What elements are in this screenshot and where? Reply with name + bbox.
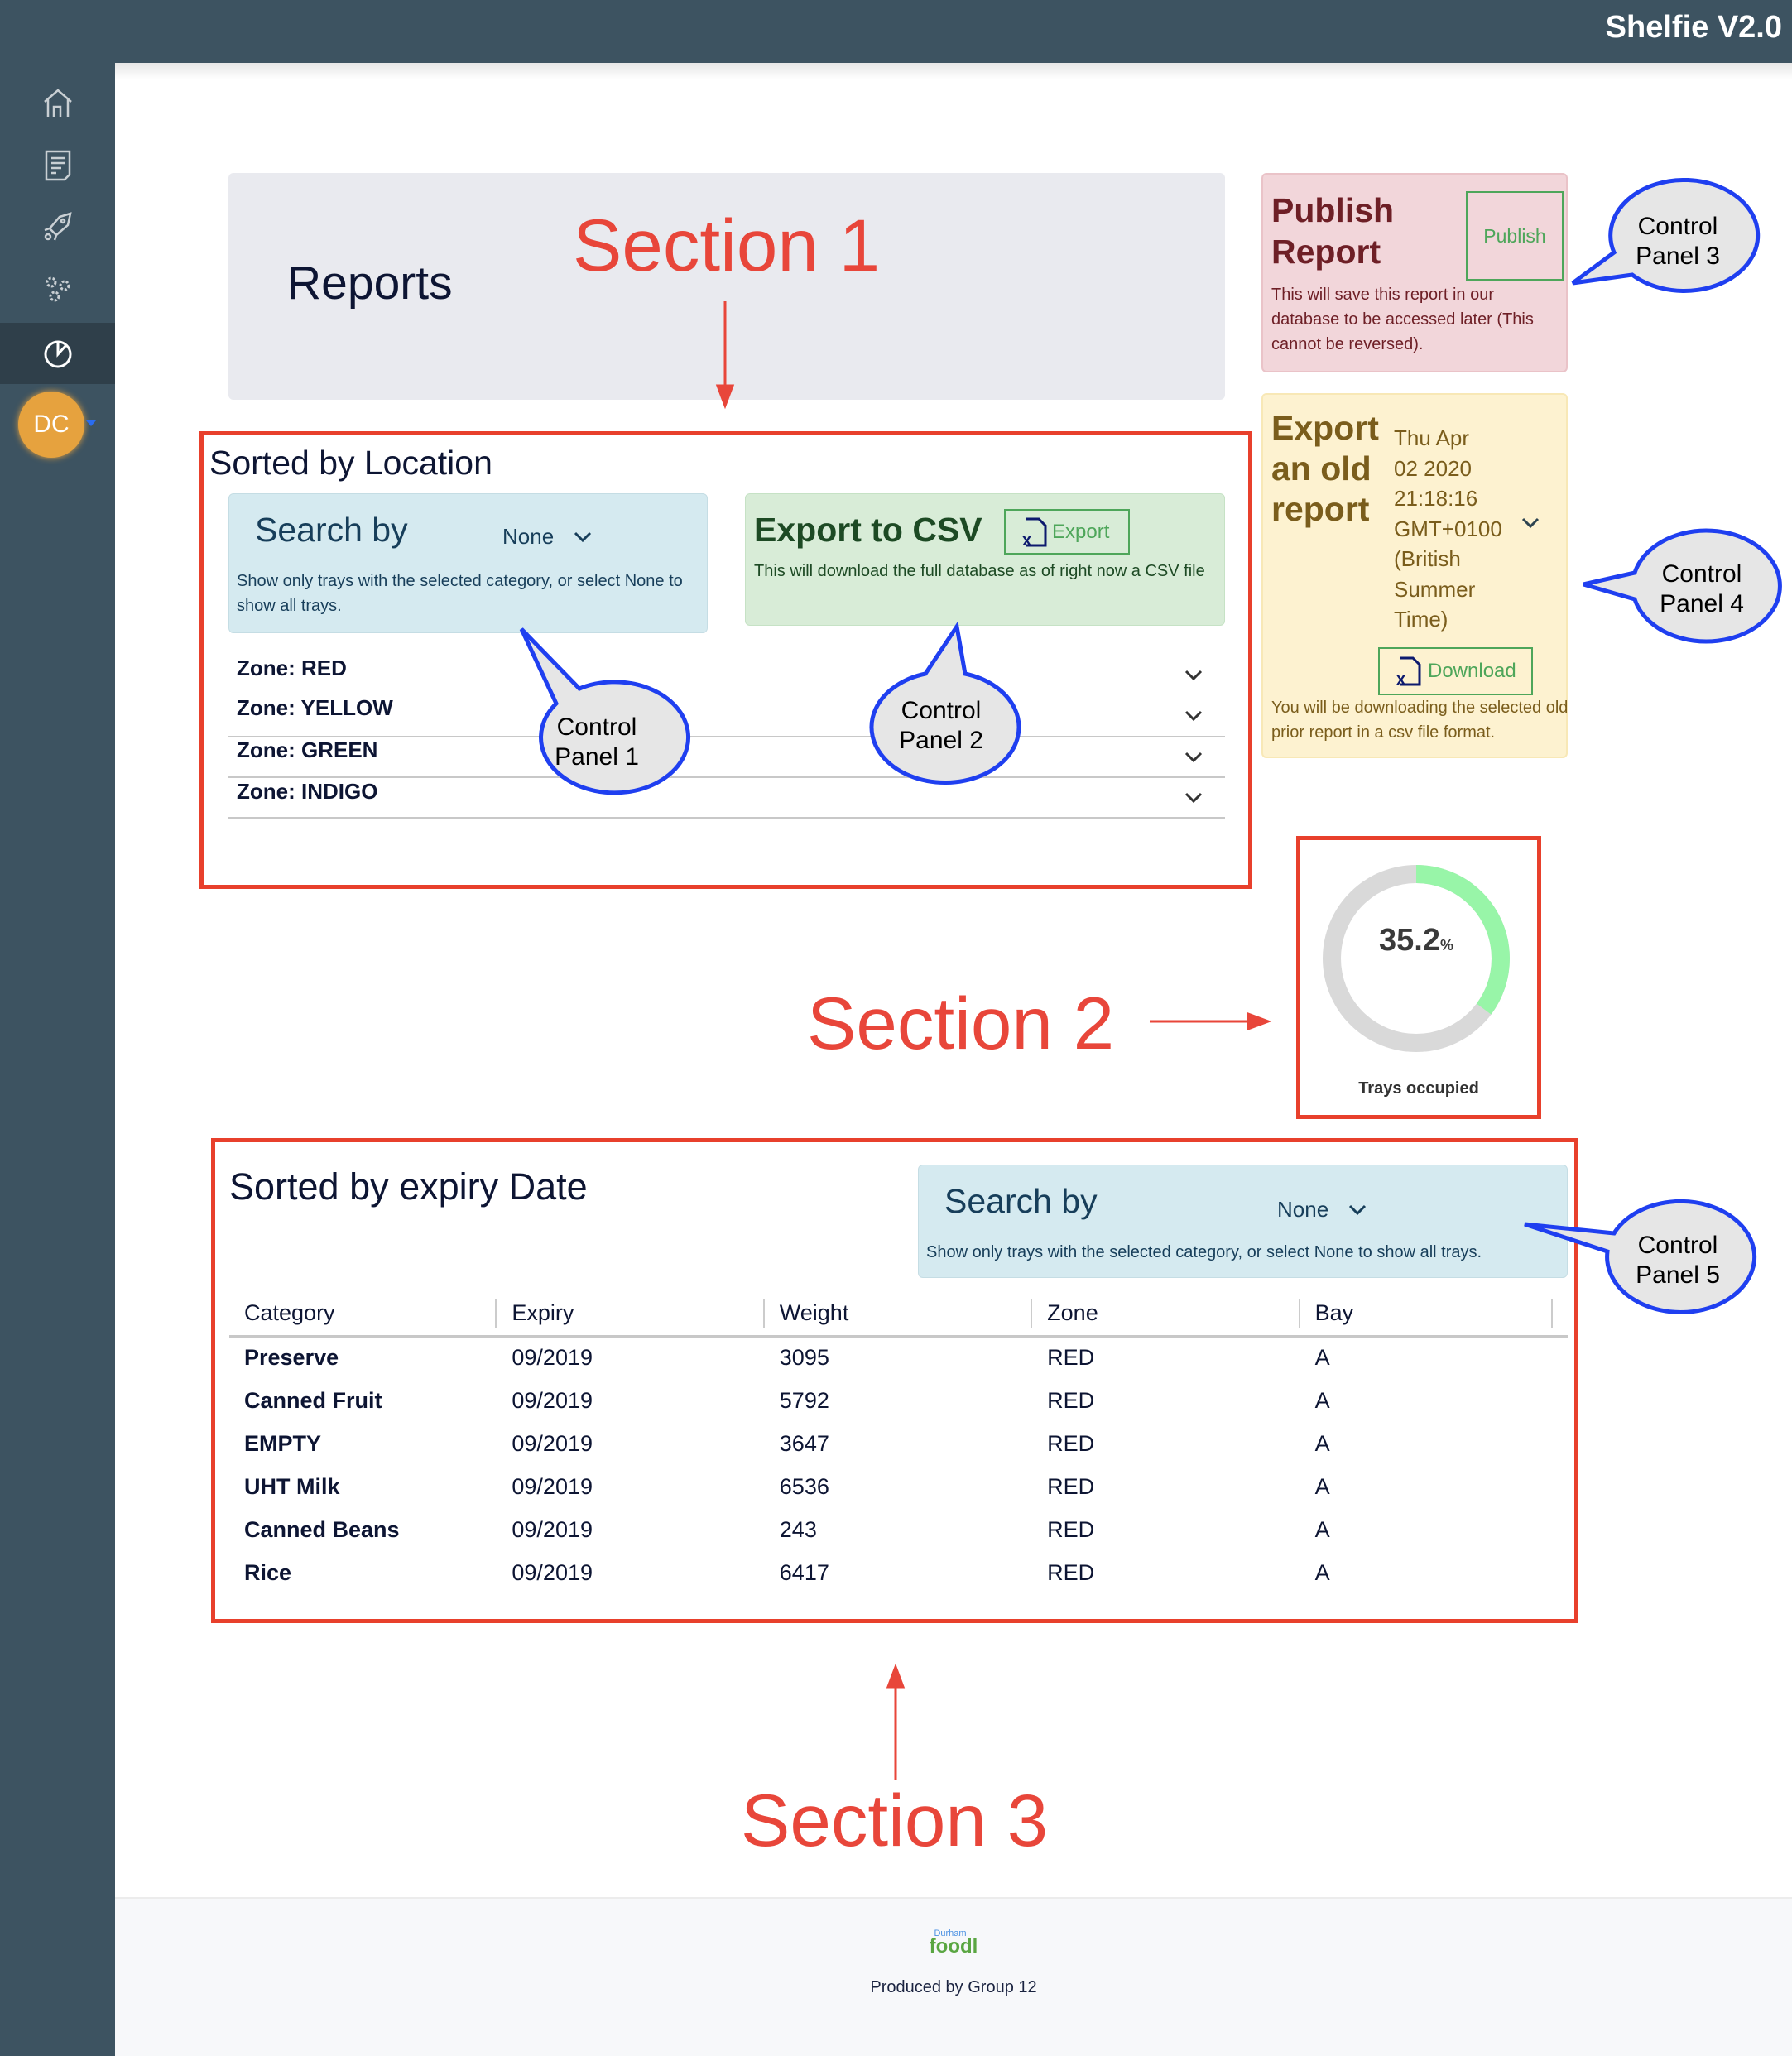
expiry-search-select[interactable]: None [1277,1197,1367,1223]
svg-text:x: x [1396,670,1405,686]
table-cell: 6417 [779,1559,829,1583]
zone-red-expand-icon[interactable] [1184,665,1203,685]
table-row[interactable]: EMPTY 09/2019 3647 RED A [229,1422,1568,1465]
table-row[interactable]: Canned Fruit 09/2019 5792 RED A [229,1379,1568,1422]
table-cell: Canned Beans [244,1516,400,1542]
table-cell: 3647 [779,1430,829,1456]
column-header-zone[interactable]: Zone [1032,1299,1300,1338]
occupancy-label: Trays occupied [1358,1079,1479,1098]
table-cell: RED [1047,1516,1095,1542]
export-old-help: You will be downloading the selected old… [1271,699,1569,742]
download-button[interactable]: x Download [1378,647,1533,695]
table-cell: 3095 [779,1345,829,1371]
occupancy-donut [1323,865,1510,1052]
search-help: Show only trays with the selected catego… [237,572,683,615]
expiry-search-panel: Search by None Show only trays with the … [918,1165,1568,1278]
table-row[interactable]: Preserve 09/2019 3095 RED A [229,1336,1568,1379]
zone-yellow-expand-icon[interactable] [1184,706,1203,726]
export-help: This will download the full database as … [754,562,1205,580]
search-label: Search by [255,511,408,549]
table-cell: 5792 [779,1387,829,1413]
table-cell: 09/2019 [512,1345,593,1371]
table-cell: 6536 [779,1473,829,1499]
export-title: Export to CSV [754,511,982,549]
table-row[interactable]: Rice 09/2019 6417 RED A [229,1551,1568,1583]
table-cell: Rice [244,1559,292,1583]
section2-annotation: Section 2 [807,982,1115,1064]
location-search-panel: Search by None Show only trays with the … [228,493,708,633]
footer: Durham foodl Produced by Group 12 [115,1897,1792,2056]
chevron-down-icon [1349,1204,1367,1215]
table-cell: 09/2019 [512,1473,593,1499]
table-cell: 09/2019 [512,1516,593,1542]
column-header-weight[interactable]: Weight [764,1299,1033,1338]
publish-help: This will save this report in our databa… [1271,286,1534,353]
location-title: Sorted by Location [209,444,492,482]
table-cell: 09/2019 [512,1387,593,1413]
publish-button[interactable]: Publish [1466,191,1564,281]
search-select-value: None [1277,1197,1329,1222]
table-cell: A [1314,1387,1330,1413]
column-header-category[interactable]: Category [229,1299,497,1338]
table-cell: RED [1047,1430,1095,1456]
expiry-title: Sorted by expiry Date [229,1165,588,1208]
export-old-panel: Export an old report Thu Apr 02 2020 21:18:1… [1261,393,1568,758]
publish-panel: Publish Report Publish This will save thi… [1261,173,1568,372]
search-label: Search by [944,1182,1098,1220]
table-cell: A [1314,1559,1330,1583]
table-cell: RED [1047,1345,1095,1371]
zone-red[interactable]: Zone: RED [237,656,347,681]
occupancy-value: 35.2% [1379,923,1453,958]
section3-annotation: Section 3 [741,1779,1049,1861]
excel-file-icon: x [1022,517,1047,547]
svg-text:x: x [1022,531,1031,547]
zone-green[interactable]: Zone: GREEN [237,737,377,763]
table-cell: 09/2019 [512,1559,593,1583]
column-header-expiry[interactable]: Expiry [497,1299,765,1338]
table-cell: EMPTY [244,1430,322,1456]
search-select[interactable]: None [502,524,592,550]
table-cell: A [1314,1430,1330,1456]
search-help: Show only trays with the selected catego… [926,1243,1482,1261]
table-cell: RED [1047,1473,1095,1499]
export-old-title: Export an old report [1271,409,1379,528]
expiry-table-container[interactable]: Category Expiry Weight Zone Bay Preserve… [229,1299,1568,1583]
divider [228,776,1225,778]
divider [228,817,1225,819]
search-select-value: None [502,524,555,549]
table-row[interactable]: Canned Beans 09/2019 243 RED A [229,1508,1568,1551]
divider [228,736,1225,737]
export-csv-panel: Export to CSV x Export This will downloa… [745,493,1225,626]
table-cell: A [1314,1516,1330,1542]
table-cell: A [1314,1345,1330,1371]
zone-yellow[interactable]: Zone: YELLOW [237,695,393,721]
table-cell: UHT Milk [244,1473,340,1499]
chevron-down-icon [574,531,592,542]
table-cell: RED [1047,1387,1095,1413]
table-cell: 09/2019 [512,1430,593,1456]
excel-file-icon: x [1396,656,1421,686]
table-row[interactable]: UHT Milk 09/2019 6536 RED A [229,1465,1568,1508]
table-cell: Preserve [244,1345,339,1371]
expiry-table: Category Expiry Weight Zone Bay Preserve… [229,1299,1568,1583]
zone-indigo[interactable]: Zone: INDIGO [237,779,377,805]
zone-green-expand-icon[interactable] [1184,747,1203,767]
column-header-bay[interactable]: Bay [1300,1299,1568,1338]
publish-title: Publish Report [1271,191,1395,271]
foodbank-logo: Durham foodl [929,1929,978,1958]
zone-indigo-expand-icon[interactable] [1184,788,1203,808]
table-cell: A [1314,1473,1330,1499]
chevron-down-icon[interactable] [1521,517,1540,529]
export-button[interactable]: x Export [1004,509,1130,555]
table-cell: 243 [779,1516,817,1542]
footer-text: Produced by Group 12 [870,1978,1037,1996]
table-cell: Canned Fruit [244,1387,382,1413]
table-cell: RED [1047,1559,1095,1583]
